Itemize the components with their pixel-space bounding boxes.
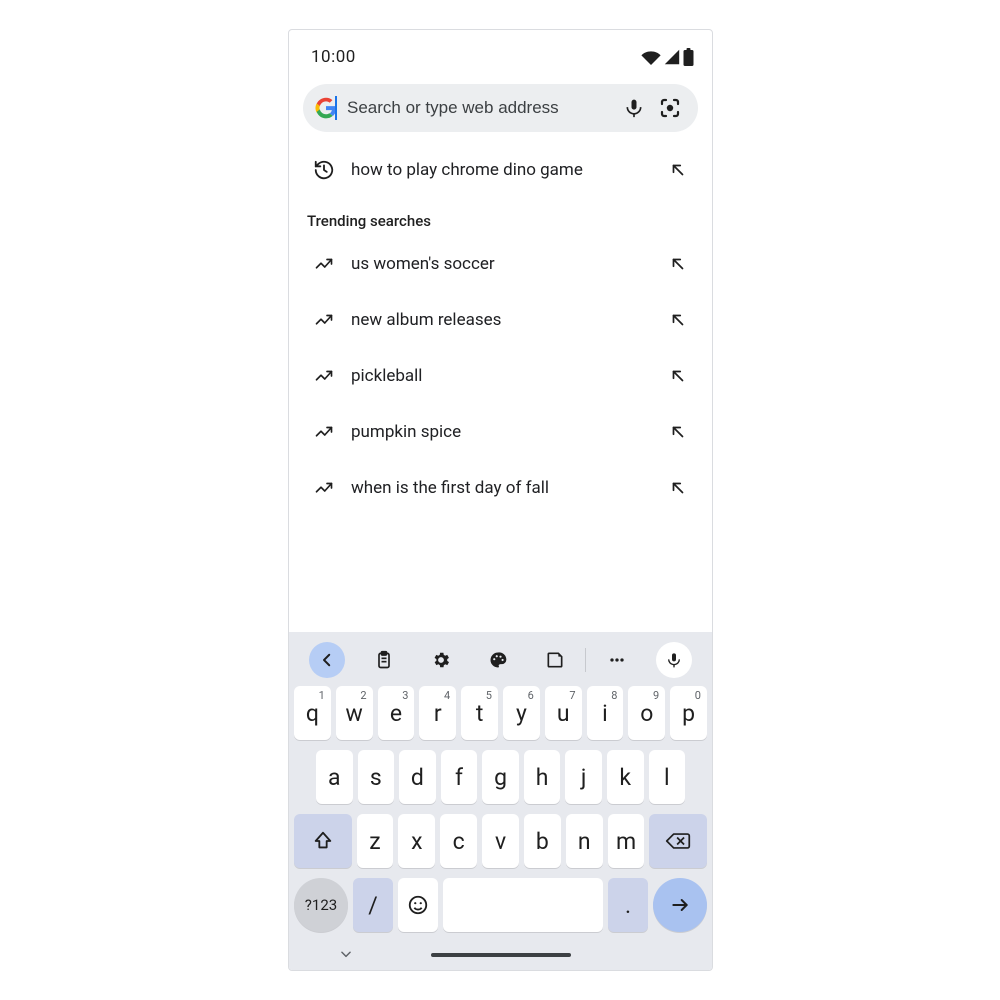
google-logo-icon: [315, 97, 337, 119]
key-g[interactable]: g: [482, 750, 519, 804]
key-q[interactable]: q1: [294, 686, 331, 740]
suggestion-label: when is the first day of fall: [339, 478, 664, 498]
trending-icon: [309, 479, 339, 497]
suggestion-label: new album releases: [339, 310, 664, 330]
search-input[interactable]: [337, 98, 616, 118]
key-z[interactable]: z: [357, 814, 394, 868]
key-m[interactable]: m: [608, 814, 645, 868]
sticker-button[interactable]: [526, 650, 583, 670]
key-w[interactable]: w2: [336, 686, 373, 740]
key-h[interactable]: h: [524, 750, 561, 804]
wifi-icon: [641, 49, 661, 65]
backspace-key[interactable]: [649, 814, 707, 868]
key-v[interactable]: v: [482, 814, 519, 868]
key-i[interactable]: i8: [587, 686, 624, 740]
insert-arrow-icon[interactable]: [664, 311, 692, 329]
suggestion-label: us women's soccer: [339, 254, 664, 274]
key-r[interactable]: r4: [419, 686, 456, 740]
suggestion-label: pumpkin spice: [339, 422, 664, 442]
insert-arrow-icon[interactable]: [664, 423, 692, 441]
suggestions: how to play chrome dino game Trending se…: [289, 138, 712, 516]
key-n[interactable]: n: [566, 814, 603, 868]
keyboard-voice-button[interactable]: [656, 642, 692, 678]
insert-arrow-icon[interactable]: [664, 479, 692, 497]
trending-heading: Trending searches: [291, 198, 710, 236]
key-o[interactable]: o9: [628, 686, 665, 740]
clock: 10:00: [311, 47, 356, 67]
key-c[interactable]: c: [440, 814, 477, 868]
trending-icon: [309, 311, 339, 329]
trending-suggestion[interactable]: when is the first day of fall: [291, 460, 710, 516]
voice-search-button[interactable]: [616, 90, 652, 126]
cell-signal-icon: [663, 49, 681, 65]
key-s[interactable]: s: [358, 750, 395, 804]
gesture-handle[interactable]: [431, 953, 571, 957]
insert-arrow-icon[interactable]: [664, 255, 692, 273]
more-button[interactable]: [588, 650, 645, 670]
trending-icon: [309, 423, 339, 441]
history-icon: [309, 159, 339, 181]
key-y[interactable]: y6: [503, 686, 540, 740]
insert-arrow-icon[interactable]: [664, 367, 692, 385]
key-b[interactable]: b: [524, 814, 561, 868]
suggestion-label: how to play chrome dino game: [339, 160, 664, 180]
period-key[interactable]: .: [608, 878, 648, 932]
key-k[interactable]: k: [607, 750, 644, 804]
enter-key[interactable]: [653, 878, 707, 932]
settings-button[interactable]: [413, 650, 470, 670]
suggestion-label: pickleball: [339, 366, 664, 386]
slash-key[interactable]: /: [353, 878, 393, 932]
system-nav-bar: [289, 940, 712, 970]
space-key[interactable]: [443, 878, 603, 932]
history-suggestion[interactable]: how to play chrome dino game: [291, 142, 710, 198]
key-j[interactable]: j: [565, 750, 602, 804]
trending-suggestion[interactable]: pumpkin spice: [291, 404, 710, 460]
key-u[interactable]: u7: [545, 686, 582, 740]
omnibox[interactable]: [303, 84, 698, 132]
phone-frame: 10:00: [288, 29, 713, 971]
keyboard-collapse-icon[interactable]: [337, 946, 355, 965]
emoji-key[interactable]: [398, 878, 438, 932]
theme-button[interactable]: [470, 650, 527, 670]
keyboard: q1w2e3r4t5y6u7i8o9p0 asdfghjkl zxcvbnm ?…: [289, 632, 712, 970]
key-t[interactable]: t5: [461, 686, 498, 740]
keyboard-back-button[interactable]: [309, 642, 345, 678]
trending-suggestion[interactable]: us women's soccer: [291, 236, 710, 292]
key-f[interactable]: f: [441, 750, 478, 804]
toolbar-separator: [585, 648, 586, 672]
trending-suggestion[interactable]: new album releases: [291, 292, 710, 348]
trending-icon: [309, 255, 339, 273]
key-l[interactable]: l: [649, 750, 686, 804]
trending-suggestion[interactable]: pickleball: [291, 348, 710, 404]
key-x[interactable]: x: [398, 814, 435, 868]
insert-arrow-icon[interactable]: [664, 161, 692, 179]
battery-icon: [683, 48, 694, 66]
shift-key[interactable]: [294, 814, 352, 868]
trending-icon: [309, 367, 339, 385]
key-d[interactable]: d: [399, 750, 436, 804]
key-e[interactable]: e3: [378, 686, 415, 740]
key-a[interactable]: a: [316, 750, 353, 804]
symbols-key[interactable]: ?123: [294, 878, 348, 932]
status-bar: 10:00: [289, 30, 712, 75]
keyboard-toolbar: [289, 638, 712, 682]
key-p[interactable]: p0: [670, 686, 707, 740]
lens-button[interactable]: [652, 90, 688, 126]
clipboard-button[interactable]: [356, 650, 413, 670]
